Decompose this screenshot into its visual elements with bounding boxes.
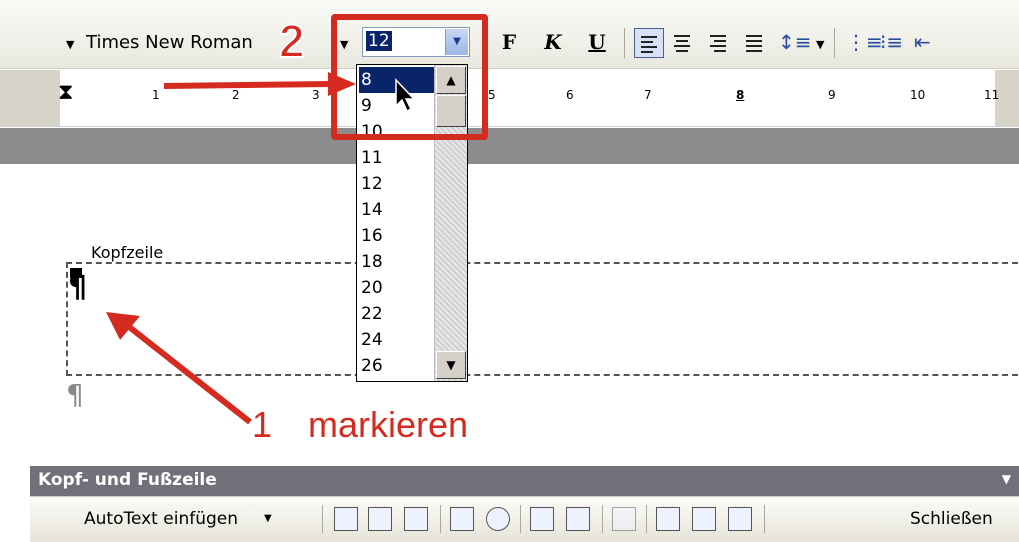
align-left-icon[interactable] — [634, 28, 664, 58]
ruler-strip: ⧗ 1 2 3 5 6 7 8 9 10 11 — [0, 70, 1019, 127]
clock-icon[interactable] — [486, 507, 510, 531]
underline-button[interactable]: U — [582, 28, 612, 56]
font-dropdown-arrow-icon[interactable]: ▼ — [66, 38, 74, 51]
toolbar-separator — [520, 505, 521, 533]
header-footer-toolbar-title: Kopf- und Fußzeile — [38, 470, 217, 490]
annotation-arrow-2-icon — [163, 72, 356, 96]
font-size-option[interactable]: 14 — [359, 197, 435, 223]
toolbar-separator — [624, 28, 625, 58]
toolbar-separator — [602, 505, 603, 533]
toolbar-options-icon[interactable]: ▼ — [1002, 472, 1011, 486]
ruler-number: 6 — [566, 88, 574, 102]
header-footer-toolbar: AutoText einfügen ▼ Schließen — [30, 496, 1019, 542]
indent-marker-icon[interactable]: ⧗ — [58, 80, 73, 105]
annotation-step-1-label: markieren — [308, 404, 469, 445]
paragraph-mark: ¶ — [66, 378, 84, 411]
ruler-margin-left — [0, 70, 60, 126]
line-spacing-dropdown-icon[interactable]: ▼ — [816, 38, 824, 51]
justify-icon[interactable] — [740, 28, 768, 56]
ruler-number: 9 — [828, 88, 836, 102]
link-to-previous-icon[interactable] — [612, 507, 636, 531]
bold-button[interactable]: F — [494, 28, 524, 56]
ruler-number: 7 — [644, 88, 652, 102]
font-size-option[interactable]: 24 — [359, 327, 435, 353]
italic-button[interactable]: K — [538, 28, 568, 56]
annotation-arrow-1-icon — [106, 312, 252, 425]
toolbar-separator — [764, 505, 765, 533]
autotext-insert-button[interactable]: AutoText einfügen — [84, 509, 238, 529]
ruler-number: 5 — [488, 88, 496, 102]
ruler-number: 1 — [152, 88, 160, 102]
ruler-shadow-band — [0, 128, 1019, 164]
formatting-toolbar: ▼ Times New Roman ▼ 12 ▼ F K U ↕≡ ▼ ⋮≡ ⁝… — [0, 0, 1019, 69]
annotation-step-1: 1 — [252, 404, 273, 445]
date-icon[interactable] — [450, 507, 474, 531]
page-number-icon[interactable] — [334, 507, 358, 531]
chevron-down-icon[interactable]: ▼ — [264, 513, 272, 524]
numbered-list-icon[interactable]: ⋮≡ — [846, 30, 883, 54]
toolbar-separator — [440, 505, 441, 533]
paragraph-mark-selected[interactable]: ¶ — [68, 270, 87, 305]
scroll-down-button[interactable]: ▼ — [436, 351, 466, 379]
toolbar-separator — [834, 28, 835, 58]
ruler: ⧗ 1 2 3 5 6 7 8 9 10 11 — [0, 70, 1019, 132]
bulleted-list-icon[interactable]: ⁝≡ — [880, 30, 903, 54]
header-label: Kopfzeile — [88, 243, 167, 262]
align-right-icon[interactable] — [704, 28, 732, 56]
ruler-number: 8 — [736, 88, 745, 102]
font-size-option[interactable]: 22 — [359, 301, 435, 327]
font-size-option[interactable]: 11 — [359, 145, 435, 171]
font-size-option[interactable]: 18 — [359, 249, 435, 275]
font-size-option[interactable]: 26 — [359, 353, 435, 379]
ruler-number: 10 — [910, 88, 926, 102]
font-size-option[interactable]: 16 — [359, 223, 435, 249]
close-button[interactable]: Schließen — [910, 509, 993, 529]
annotation-step-2: 2 — [278, 14, 306, 68]
toolbar-separator — [646, 505, 647, 533]
show-next-icon[interactable] — [728, 507, 752, 531]
align-center-icon[interactable] — [668, 28, 696, 56]
page-count-icon[interactable] — [368, 507, 392, 531]
page-setup-icon[interactable] — [530, 507, 554, 531]
toolbar-separator — [322, 505, 323, 533]
decrease-indent-icon[interactable]: ⇤ — [914, 30, 931, 54]
ruler-number: 11 — [984, 88, 1000, 102]
header-footer-toolbar-titlebar[interactable]: Kopf- und Fußzeile ▼ — [30, 466, 1019, 496]
font-size-option[interactable]: 12 — [359, 171, 435, 197]
font-size-option[interactable]: 20 — [359, 275, 435, 301]
format-page-number-icon[interactable] — [404, 507, 428, 531]
show-previous-icon[interactable] — [692, 507, 716, 531]
switch-header-footer-icon[interactable] — [656, 507, 680, 531]
font-name-combobox[interactable]: Times New Roman — [86, 32, 253, 53]
show-hide-text-icon[interactable] — [566, 507, 590, 531]
line-spacing-icon[interactable]: ↕≡ — [778, 30, 812, 54]
